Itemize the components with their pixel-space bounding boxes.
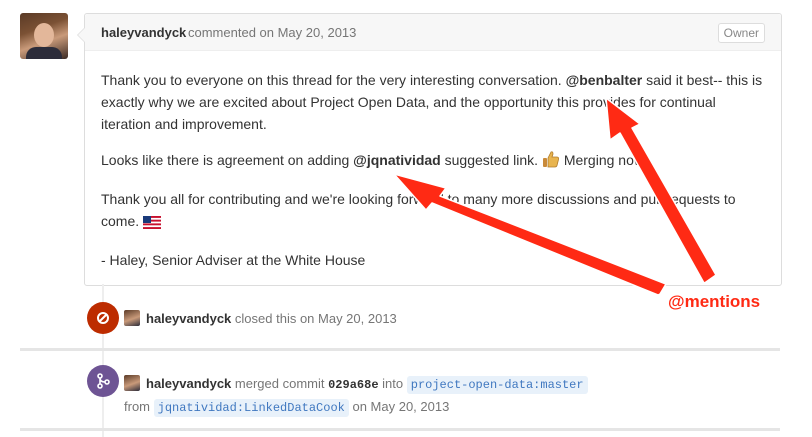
- merged-event: haleyvandyck merged commit 029a68e into …: [124, 373, 604, 419]
- event-author-link[interactable]: haleyvandyck: [146, 311, 231, 326]
- event-author-link[interactable]: haleyvandyck: [146, 376, 231, 391]
- head-branch-label[interactable]: jqnatividad:LinkedDataCook: [153, 399, 349, 417]
- commit-sha-link[interactable]: 029a68e: [328, 378, 378, 392]
- merged-badge: [87, 365, 119, 397]
- comment-signature: - Haley, Senior Adviser at the White Hou…: [101, 252, 366, 268]
- comment-header: haleyvandyck commented on May 20, 2013 O…: [85, 14, 781, 51]
- event-text: merged commit: [234, 376, 325, 391]
- comment-paragraph-1: Thank you to everyone on this thread for…: [101, 69, 765, 135]
- author-avatar[interactable]: [20, 13, 68, 59]
- paragraph-text: Thank you to everyone on this thread for…: [101, 72, 562, 88]
- comment-body: Thank you to everyone on this thread for…: [85, 51, 781, 271]
- closed-event: haleyvandyck closed this on May 20, 2013: [124, 310, 397, 326]
- paragraph-text: Merging now.: [563, 152, 648, 168]
- comment-author-link[interactable]: haleyvandyck: [101, 25, 186, 40]
- comment-paragraph-2: Looks like there is agreement on adding …: [101, 149, 765, 174]
- paragraph-text: suggested link.: [444, 152, 539, 168]
- closed-badge: [87, 302, 119, 334]
- event-avatar[interactable]: [124, 310, 140, 326]
- pull-request-discussion: haleyvandyck commented on May 20, 2013 O…: [0, 0, 812, 437]
- avatar-shirt: [26, 47, 62, 59]
- thumbs-up-emoji: [542, 150, 560, 174]
- event-text: into: [382, 376, 404, 391]
- comment-timestamp[interactable]: commented on May 20, 2013: [188, 25, 356, 40]
- event-text: closed this on May 20, 2013: [234, 311, 397, 326]
- avatar-face: [34, 23, 54, 47]
- mention-benbalter[interactable]: @benbalter: [566, 72, 643, 88]
- circle-slash-icon: [97, 312, 109, 324]
- base-branch-label[interactable]: project-open-data:master: [406, 376, 588, 394]
- git-merge-icon: [97, 373, 110, 389]
- mention-jqnatividad[interactable]: @jqnatividad: [353, 152, 441, 168]
- comment-paragraph-3: Thank you all for contributing and we're…: [101, 188, 765, 235]
- timeline-separator: [20, 428, 780, 431]
- timeline-separator: [20, 348, 780, 351]
- event-text: from: [124, 399, 150, 414]
- comment-box: haleyvandyck commented on May 20, 2013 O…: [77, 13, 782, 286]
- event-text: on May 20, 2013: [352, 399, 450, 414]
- owner-badge: Owner: [717, 23, 765, 43]
- us-flag-emoji: [143, 213, 162, 235]
- paragraph-text: Thank you all for contributing and we're…: [101, 191, 736, 229]
- paragraph-text: Looks like there is agreement on adding: [101, 152, 350, 168]
- event-avatar[interactable]: [124, 375, 140, 391]
- mentions-annotation-label: @mentions: [668, 292, 761, 311]
